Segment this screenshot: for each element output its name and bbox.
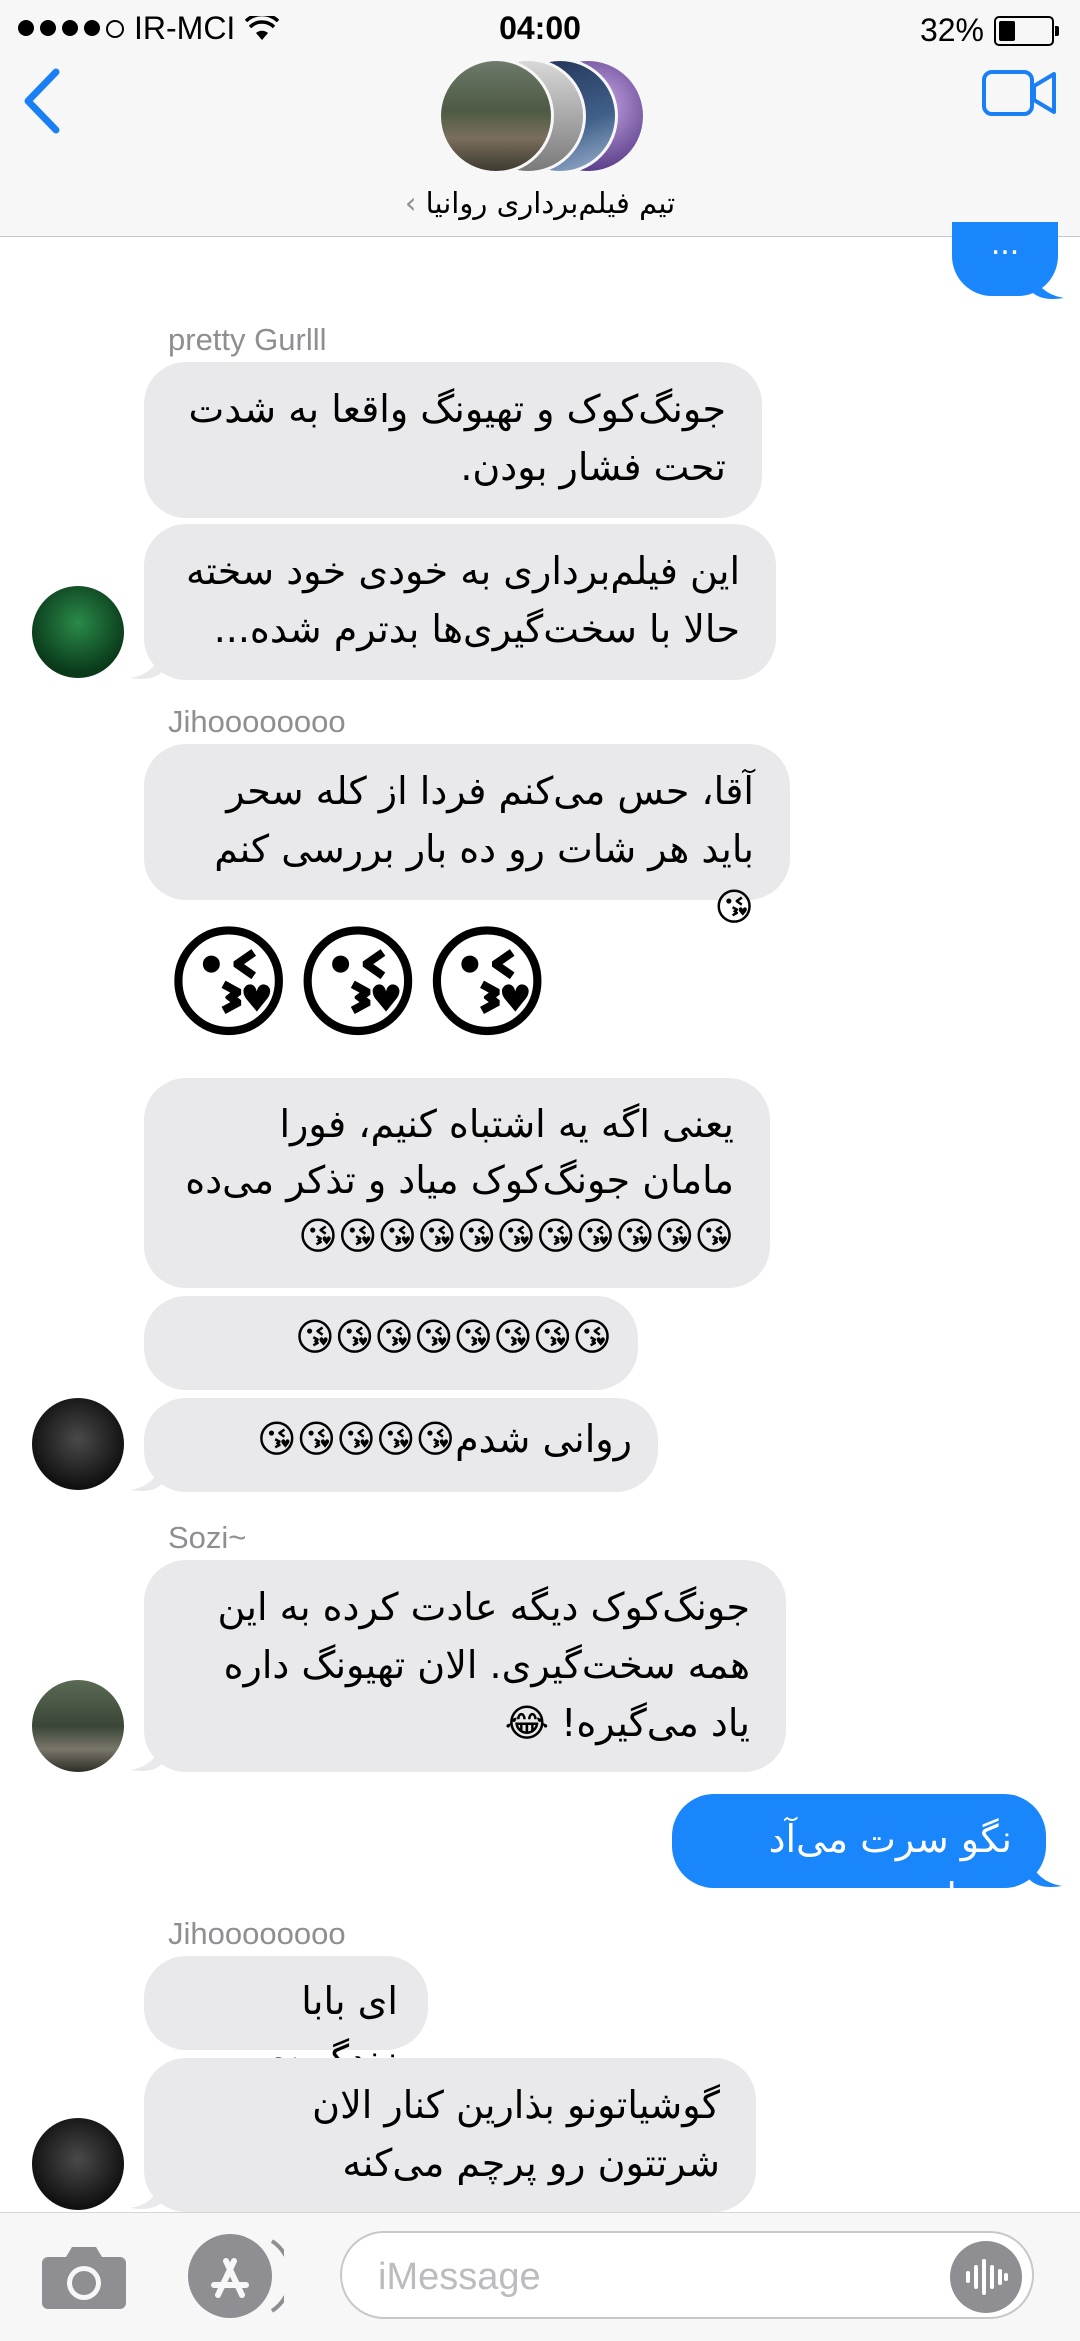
bubble-tail bbox=[130, 2178, 164, 2209]
battery-level bbox=[999, 20, 1015, 41]
message-input-bar bbox=[0, 2212, 1080, 2341]
avatar[interactable] bbox=[32, 2118, 124, 2210]
message-bubble[interactable]: آقا، حس می‌کنم فردا از کله سحر باید هر ش… bbox=[144, 744, 790, 929]
sender-name: Sozi~ bbox=[168, 1520, 247, 1555]
camera-icon[interactable] bbox=[40, 2239, 128, 2311]
avatar[interactable] bbox=[32, 1680, 124, 1772]
message-bubble-outgoing[interactable]: نگو سرت می‌آد بخدا bbox=[672, 1794, 1046, 1919]
battery-percent: 32% bbox=[919, 12, 984, 48]
group-avatars[interactable] bbox=[438, 58, 648, 178]
imessage-input[interactable] bbox=[376, 2251, 920, 2303]
message-bubble[interactable]: ای بابا زندگی~ bbox=[144, 1956, 428, 2081]
status-bar: IR-MCI 04:00 32% bbox=[0, 0, 1080, 60]
bubble-tail bbox=[130, 648, 164, 679]
message-bubble[interactable]: این فیلم‌برداری به خودی خود سخته حالا با… bbox=[144, 524, 776, 680]
message-bubble[interactable]: یعنی اگه یه اشتباه کنیم، فورا مامان جونگ… bbox=[144, 1078, 770, 1288]
sender-name: Jihoooooooo bbox=[168, 1916, 346, 1951]
group-avatar-1 bbox=[438, 58, 554, 174]
group-name[interactable]: تیم فیلم‌برداری روانیا › bbox=[0, 186, 1080, 220]
avatar[interactable] bbox=[32, 1398, 124, 1490]
message-bubble[interactable]: جونگ‌کوک و تهیونگ واقعا به شدت تحت فشار … bbox=[144, 362, 762, 518]
audio-waveform-icon bbox=[966, 2259, 1008, 2295]
bubble-tail bbox=[1028, 1856, 1062, 1887]
bubble-tail bbox=[1030, 268, 1064, 299]
message-bubble[interactable]: جونگ‌کوک دیگه عادت کرده به این همه سخت‌گ… bbox=[144, 1560, 786, 1772]
audio-message-button[interactable] bbox=[950, 2241, 1022, 2313]
emoji-message[interactable]: 😘😘😘 bbox=[164, 914, 552, 1054]
bubble-tail bbox=[130, 1460, 164, 1491]
message-bubble[interactable]: روانی شدم😘😘😘😘😘 bbox=[144, 1398, 658, 1492]
sender-name: pretty Gurlll bbox=[168, 322, 327, 357]
sender-name: Jihoooooooo bbox=[168, 704, 346, 739]
back-chevron-icon[interactable] bbox=[20, 66, 64, 136]
clock: 04:00 bbox=[499, 10, 581, 46]
bubble-tail bbox=[130, 1740, 164, 1771]
app-store-icon[interactable] bbox=[184, 2231, 284, 2321]
video-camera-icon[interactable] bbox=[982, 70, 1056, 116]
message-bubble[interactable]: گوشیاتونو بذارین کنار الان شرتتون رو پرچ… bbox=[144, 2058, 756, 2212]
imessage-field[interactable] bbox=[340, 2231, 1034, 2319]
message-bubble[interactable]: 😘😘😘😘😘😘😘😘 bbox=[144, 1296, 638, 1390]
avatar[interactable] bbox=[32, 586, 124, 678]
battery-icon bbox=[994, 15, 1059, 46]
